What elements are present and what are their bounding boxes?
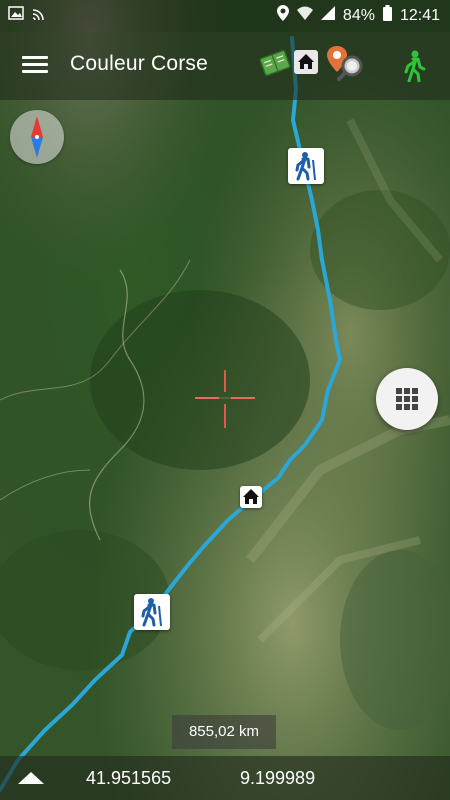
cast-icon <box>32 6 48 25</box>
compass-button[interactable] <box>10 110 64 164</box>
menu-button[interactable] <box>20 52 50 80</box>
battery-icon <box>382 5 392 26</box>
longitude-value: 9.199989 <box>240 768 316 788</box>
home-icon <box>243 489 259 504</box>
grid-menu-button[interactable] <box>376 368 438 430</box>
image-icon <box>8 6 24 25</box>
location-icon <box>276 5 289 26</box>
signal-icon <box>320 6 335 25</box>
poi-search-icon[interactable] <box>326 46 366 87</box>
hiker-mode-icon[interactable] <box>402 50 426 87</box>
app-bar: Couleur Corse <box>0 32 450 100</box>
app-title: Couleur Corse <box>70 52 208 75</box>
map-book-icon[interactable] <box>258 48 292 83</box>
hiker-marker[interactable] <box>288 148 324 184</box>
coordinate-bar[interactable]: 41.951565 9.199989 <box>0 756 450 800</box>
hiker-marker[interactable] <box>134 594 170 630</box>
expand-up-icon[interactable] <box>18 770 44 789</box>
compass-needle-icon <box>31 116 43 158</box>
battery-percent: 84% <box>342 6 375 24</box>
status-bar: 84% 12:41 <box>0 0 450 32</box>
hiker-icon <box>141 598 162 627</box>
home-icon[interactable] <box>294 50 318 79</box>
grid-icon <box>396 388 418 410</box>
distance-readout: 855,02 km <box>172 715 276 749</box>
wifi-icon <box>296 6 313 25</box>
latitude-value: 41.951565 <box>86 768 172 788</box>
home-marker[interactable] <box>240 486 262 508</box>
hiker-icon <box>295 152 316 181</box>
clock: 12:41 <box>399 6 440 24</box>
